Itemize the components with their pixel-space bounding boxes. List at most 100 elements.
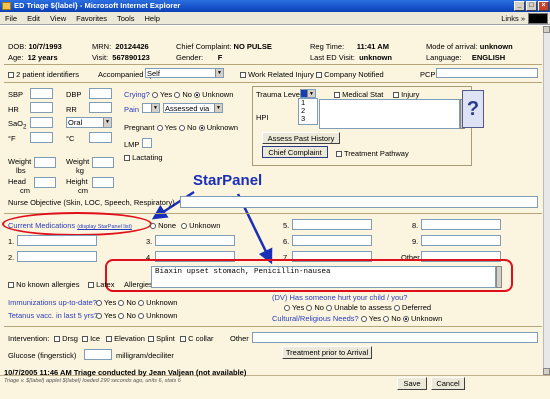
menu-favorites[interactable]: Favorites	[71, 12, 112, 25]
display-starpanel-link[interactable]: (display StarPanel list)	[77, 224, 132, 230]
save-button[interactable]: Save	[397, 377, 427, 390]
pregnant-row: Pregnant Yes No Unknown	[124, 123, 238, 132]
dv-unable-radio[interactable]	[326, 305, 333, 312]
cancel-button[interactable]: Cancel	[431, 377, 465, 390]
patient-identifiers[interactable]: 2 patient identifiers	[8, 70, 79, 79]
dbp-input[interactable]	[89, 88, 112, 99]
c-collar-checkbox[interactable]: C collar	[180, 334, 214, 343]
lmp-input[interactable]	[142, 138, 152, 148]
menu-edit[interactable]: Edit	[22, 12, 45, 25]
med-3-input[interactable]	[155, 235, 235, 246]
crying-no-radio[interactable]	[174, 92, 181, 99]
help-icon[interactable]: ?	[462, 90, 484, 128]
maximize-button[interactable]: □	[526, 1, 537, 11]
meds-unknown-radio[interactable]: Unknown	[181, 221, 220, 230]
splint-checkbox[interactable]: Splint	[148, 334, 175, 343]
sao2-input[interactable]	[30, 117, 53, 128]
ice-checkbox[interactable]: Ice	[82, 334, 100, 343]
pain-score-select[interactable]: ▼	[142, 103, 160, 113]
accompanied-select[interactable]: Self ▼	[145, 68, 224, 78]
fahrenheit-label: °F	[8, 134, 16, 143]
links-toolbar[interactable]: Links »	[501, 13, 525, 24]
allergies-textarea[interactable]: Biaxin upset stomach, Penicillin-nausea	[151, 266, 496, 288]
med-9-input[interactable]	[421, 235, 501, 246]
med-5-label: 5.	[283, 221, 290, 230]
menu-view[interactable]: View	[45, 12, 71, 25]
ie-window-icon	[2, 2, 11, 10]
dv-yes-radio[interactable]	[284, 305, 290, 312]
immun-unknown-radio[interactable]	[138, 300, 145, 307]
head-cm-label: Head cm	[8, 177, 30, 195]
menu-file[interactable]: File	[0, 12, 22, 25]
sbp-input[interactable]	[30, 88, 53, 99]
tetanus-unknown-radio[interactable]	[138, 313, 145, 320]
cultural-yes-radio[interactable]	[360, 316, 367, 323]
crying-unknown-radio[interactable]	[194, 92, 201, 99]
dv-no-radio[interactable]	[306, 305, 313, 312]
medical-stat-checkbox[interactable]: Medical Stat	[334, 90, 383, 99]
height-cm-input[interactable]	[92, 177, 114, 188]
weight-lbs-label: Weight lbs	[8, 157, 32, 175]
glucose-unit: milligram/deciliter	[116, 351, 174, 360]
nurse-objective-input[interactable]	[180, 196, 538, 208]
med-5-input[interactable]	[292, 219, 372, 230]
trauma-option-3[interactable]: 3	[301, 115, 317, 123]
tetanus-no-radio[interactable]	[118, 313, 125, 320]
menu-help[interactable]: Help	[140, 12, 165, 25]
temp-route-select[interactable]: Oral ▼	[66, 117, 112, 128]
vertical-scrollbar[interactable]	[543, 26, 550, 375]
med-2-input[interactable]	[17, 251, 97, 262]
crying-yes-radio[interactable]	[151, 92, 158, 99]
med-6-input[interactable]	[292, 235, 372, 246]
injury-checkbox[interactable]: Injury	[393, 90, 419, 99]
trauma-level-select[interactable]: ▼	[300, 89, 316, 98]
hr-input[interactable]	[30, 102, 53, 113]
med-9-label: 9.	[412, 237, 419, 246]
pain-assessed-select[interactable]: Assessed via ▼	[163, 103, 223, 113]
pain-label: Pain	[124, 105, 140, 114]
chief-complaint-button[interactable]: Chief Complaint	[262, 146, 328, 158]
allergies-scrollbar[interactable]	[496, 266, 502, 288]
pregnant-no-radio[interactable]	[178, 125, 185, 132]
rr-input[interactable]	[89, 102, 112, 113]
tetanus-yes-radio[interactable]	[96, 313, 102, 320]
weight-kg-input[interactable]	[92, 157, 114, 168]
latex-checkbox[interactable]: Latex	[88, 280, 114, 289]
menu-tools[interactable]: Tools	[112, 12, 140, 25]
scroll-down-arrow[interactable]	[543, 368, 550, 375]
cultural-unknown-radio[interactable]	[402, 316, 409, 323]
hpi-label: HPI	[256, 113, 269, 122]
close-button[interactable]: ×	[538, 1, 549, 11]
weight-kg-label: Weight kg	[66, 157, 90, 175]
work-related-injury[interactable]: Work Related Injury	[240, 70, 314, 79]
head-cm-input[interactable]	[34, 177, 56, 188]
immun-yes-radio[interactable]	[96, 300, 102, 307]
lactating-checkbox[interactable]: Lactating	[124, 153, 163, 162]
company-notified[interactable]: Company Notified	[316, 70, 384, 79]
treatment-prior-arrival-button[interactable]: Treatment prior to Arrival	[282, 346, 372, 359]
hpi-textarea[interactable]	[319, 99, 460, 129]
weight-lbs-input[interactable]	[34, 157, 56, 168]
immun-no-radio[interactable]	[118, 300, 125, 307]
treatment-pathway-checkbox[interactable]: Treatment Pathway	[336, 149, 409, 158]
cultural-no-radio[interactable]	[383, 316, 390, 323]
dv-deferred-radio[interactable]	[393, 305, 400, 312]
temp-f-input[interactable]	[30, 132, 53, 143]
temp-c-input[interactable]	[89, 132, 112, 143]
med-2-label: 2.	[8, 253, 15, 262]
no-known-allergies-checkbox[interactable]: No known allergies	[8, 280, 79, 289]
med-1-input[interactable]	[17, 235, 97, 246]
pregnant-yes-radio[interactable]	[156, 125, 163, 132]
pcp-input[interactable]	[436, 68, 538, 78]
drsg-checkbox[interactable]: Drsg	[54, 334, 78, 343]
minimize-button[interactable]: _	[514, 1, 525, 11]
intervention-other-input[interactable]	[252, 332, 538, 343]
pregnant-unknown-radio[interactable]	[198, 125, 205, 132]
assess-past-history-button[interactable]: Assess Past History	[262, 132, 340, 144]
trauma-level-dropdown[interactable]: 1 2 3	[298, 98, 318, 125]
meds-none-radio[interactable]: None	[150, 221, 176, 230]
scroll-up-arrow[interactable]	[543, 26, 550, 33]
med-8-input[interactable]	[421, 219, 501, 230]
elevation-checkbox[interactable]: Elevation	[106, 334, 145, 343]
glucose-input[interactable]	[84, 349, 112, 360]
